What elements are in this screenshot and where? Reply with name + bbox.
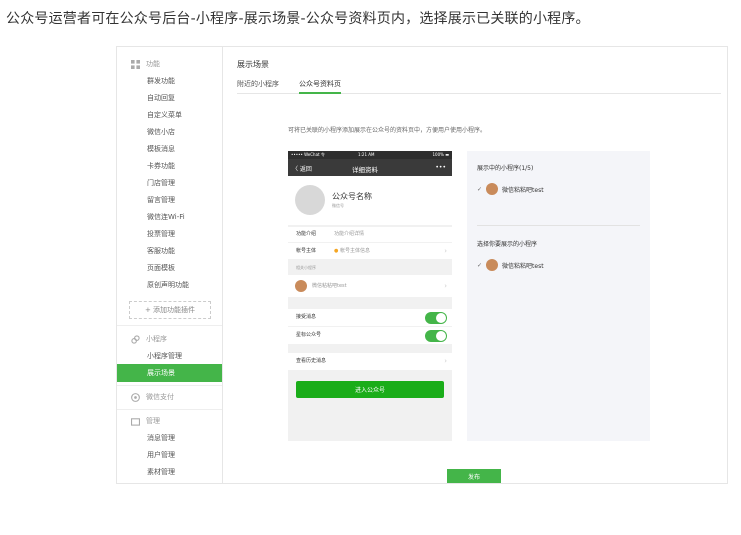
sidebar-item-users[interactable]: 用户管理	[147, 450, 175, 460]
intro-value: 功能介绍详情	[334, 231, 365, 237]
account-id: 微信号	[332, 203, 344, 208]
status-battery: 100% ▬	[432, 152, 450, 157]
sidebar-item-original[interactable]: 原创声明功能	[147, 280, 189, 290]
mini-program-avatar	[486, 259, 499, 271]
sidebar-item-broadcast[interactable]: 群发功能	[147, 76, 175, 86]
verified-icon: ●	[334, 248, 339, 254]
payment-icon	[131, 392, 140, 402]
status-time: 1:21 AM	[358, 152, 375, 157]
sidebar: 功能 群发功能 自动回复 自定义菜单 微信小店 模板消息 卡券功能 门店管理 留…	[117, 47, 223, 483]
phone-preview: ••••• WeChat 令 1:21 AM 100% ▬ 〈 返回 详细资料 …	[288, 151, 452, 441]
sidebar-item-coupon[interactable]: 卡券功能	[147, 161, 175, 171]
grid-icon	[131, 59, 140, 69]
mini-program-name: 微信粘粘吧test	[312, 283, 347, 289]
sidebar-item-materials[interactable]: 素材管理	[147, 467, 175, 477]
star-row: 星标公众号	[288, 327, 452, 344]
sidebar-item-wechat-store[interactable]: 微信小店	[147, 127, 175, 137]
tab-bar: 附近的小程序 公众号资料页	[237, 77, 721, 94]
tab-profile-page[interactable]: 公众号资料页	[299, 79, 341, 94]
description-text: 可将已关联的小程序添加展示在公众号的资料页中，方便用户使用小程序。	[288, 127, 487, 134]
mini-program-avatar	[486, 183, 499, 195]
account-profile: 公众号名称 微信号	[288, 176, 452, 225]
sidebar-item-page-template[interactable]: 页面模板	[147, 263, 175, 273]
publish-button[interactable]: 发布	[447, 469, 501, 483]
check-icon: ✓	[477, 261, 483, 269]
sidebar-item-vote[interactable]: 投票管理	[147, 229, 175, 239]
page-title: 展示场景	[237, 60, 269, 69]
enter-account-button[interactable]: 进入公众号	[296, 381, 444, 398]
sidebar-group-mini: 小程序	[131, 334, 167, 344]
history-row[interactable]: 查看历史消息 ›	[288, 353, 452, 370]
status-carrier: ••••• WeChat 令	[291, 152, 325, 157]
sidebar-divider	[117, 325, 222, 326]
chevron-right-icon: ›	[444, 282, 447, 290]
link-icon	[131, 334, 140, 344]
subject-value: ● 帐号主体信息	[334, 243, 370, 259]
receive-msg-toggle[interactable]	[425, 311, 447, 324]
select-item-name: 微信粘粘吧test	[502, 262, 544, 270]
history-label: 查看历史消息	[296, 358, 327, 364]
panel-divider	[477, 225, 640, 226]
sidebar-divider	[117, 385, 222, 386]
subject-value-text: 帐号主体信息	[339, 248, 370, 254]
sidebar-group-manage: 管理	[131, 416, 160, 426]
admin-screenshot: 功能 群发功能 自动回复 自定义菜单 微信小店 模板消息 卡券功能 门店管理 留…	[116, 46, 728, 484]
sidebar-item-messages[interactable]: 消息管理	[147, 433, 175, 443]
star-toggle[interactable]	[425, 329, 447, 342]
chevron-right-icon: ›	[444, 357, 447, 365]
phone-nav-bar: 〈 返回 详细资料 •••	[288, 159, 452, 176]
main-content: 展示场景 附近的小程序 公众号资料页 可将已关联的小程序添加展示在公众号的资料页…	[223, 47, 727, 483]
mini-program-row[interactable]: 微信粘粘吧test ›	[288, 275, 452, 297]
subject-row[interactable]: 帐号主体 ● 帐号主体信息 ›	[288, 243, 452, 259]
select-item[interactable]: ✓ 微信粘粘吧test	[477, 259, 544, 271]
add-plugin-button[interactable]: + 添加功能插件	[129, 301, 211, 319]
sidebar-item-store-manage[interactable]: 门店管理	[147, 178, 175, 188]
sidebar-item-mini-manage[interactable]: 小程序管理	[147, 351, 182, 361]
star-label: 星标公众号	[296, 332, 322, 338]
sidebar-group-pay[interactable]: 微信支付	[131, 392, 174, 402]
sidebar-item-auto-reply[interactable]: 自动回复	[147, 93, 175, 103]
sidebar-group-label: 小程序	[146, 335, 167, 343]
mini-section-label: 相关小程序	[296, 265, 316, 270]
receive-msg-label: 接受消息	[296, 314, 317, 320]
sidebar-item-template-msg[interactable]: 模板消息	[147, 144, 175, 154]
receive-msg-row: 接受消息	[288, 309, 452, 326]
check-icon: ✓	[477, 185, 483, 193]
selection-panel: 展示中的小程序(1/5) ✓ 微信粘粘吧test 选择你要展示的小程序 ✓ 微信…	[467, 151, 650, 441]
sidebar-group-label: 功能	[146, 60, 160, 68]
phone-status-bar: ••••• WeChat 令 1:21 AM 100% ▬	[288, 151, 452, 159]
tab-nearby-mini[interactable]: 附近的小程序	[237, 79, 279, 89]
intro-row: 功能介绍 功能介绍详情	[288, 227, 452, 242]
sidebar-item-customer-service[interactable]: 客服功能	[147, 246, 175, 256]
folder-icon	[131, 417, 140, 426]
back-button[interactable]: 〈 返回	[292, 164, 312, 173]
caption-text: 公众号运营者可在公众号后台-小程序-展示场景-公众号资料页内，选择展示已关联的小…	[6, 11, 590, 27]
subject-label: 帐号主体	[296, 248, 317, 254]
showing-item[interactable]: ✓ 微信粘粘吧test	[477, 183, 544, 195]
mini-program-avatar	[295, 280, 307, 292]
sidebar-item-wifi[interactable]: 微信连Wi-Fi	[147, 212, 185, 222]
chevron-right-icon: ›	[444, 247, 447, 255]
sidebar-item-display-scene[interactable]: 展示场景	[117, 364, 222, 382]
showing-title: 展示中的小程序(1/5)	[477, 165, 534, 172]
account-name: 公众号名称	[332, 192, 372, 201]
sidebar-divider	[117, 409, 222, 410]
avatar	[295, 185, 325, 215]
more-icon[interactable]: •••	[435, 164, 446, 171]
sidebar-group-feature: 功能	[131, 59, 160, 69]
showing-item-name: 微信粘粘吧test	[502, 186, 544, 194]
sidebar-item-comments[interactable]: 留言管理	[147, 195, 175, 205]
nav-title: 详细资料	[352, 166, 378, 174]
sidebar-group-label: 微信支付	[146, 393, 174, 401]
select-title: 选择你要展示的小程序	[477, 241, 538, 248]
sidebar-item-custom-menu[interactable]: 自定义菜单	[147, 110, 182, 120]
sidebar-group-label: 管理	[146, 417, 160, 425]
intro-label: 功能介绍	[296, 231, 317, 237]
